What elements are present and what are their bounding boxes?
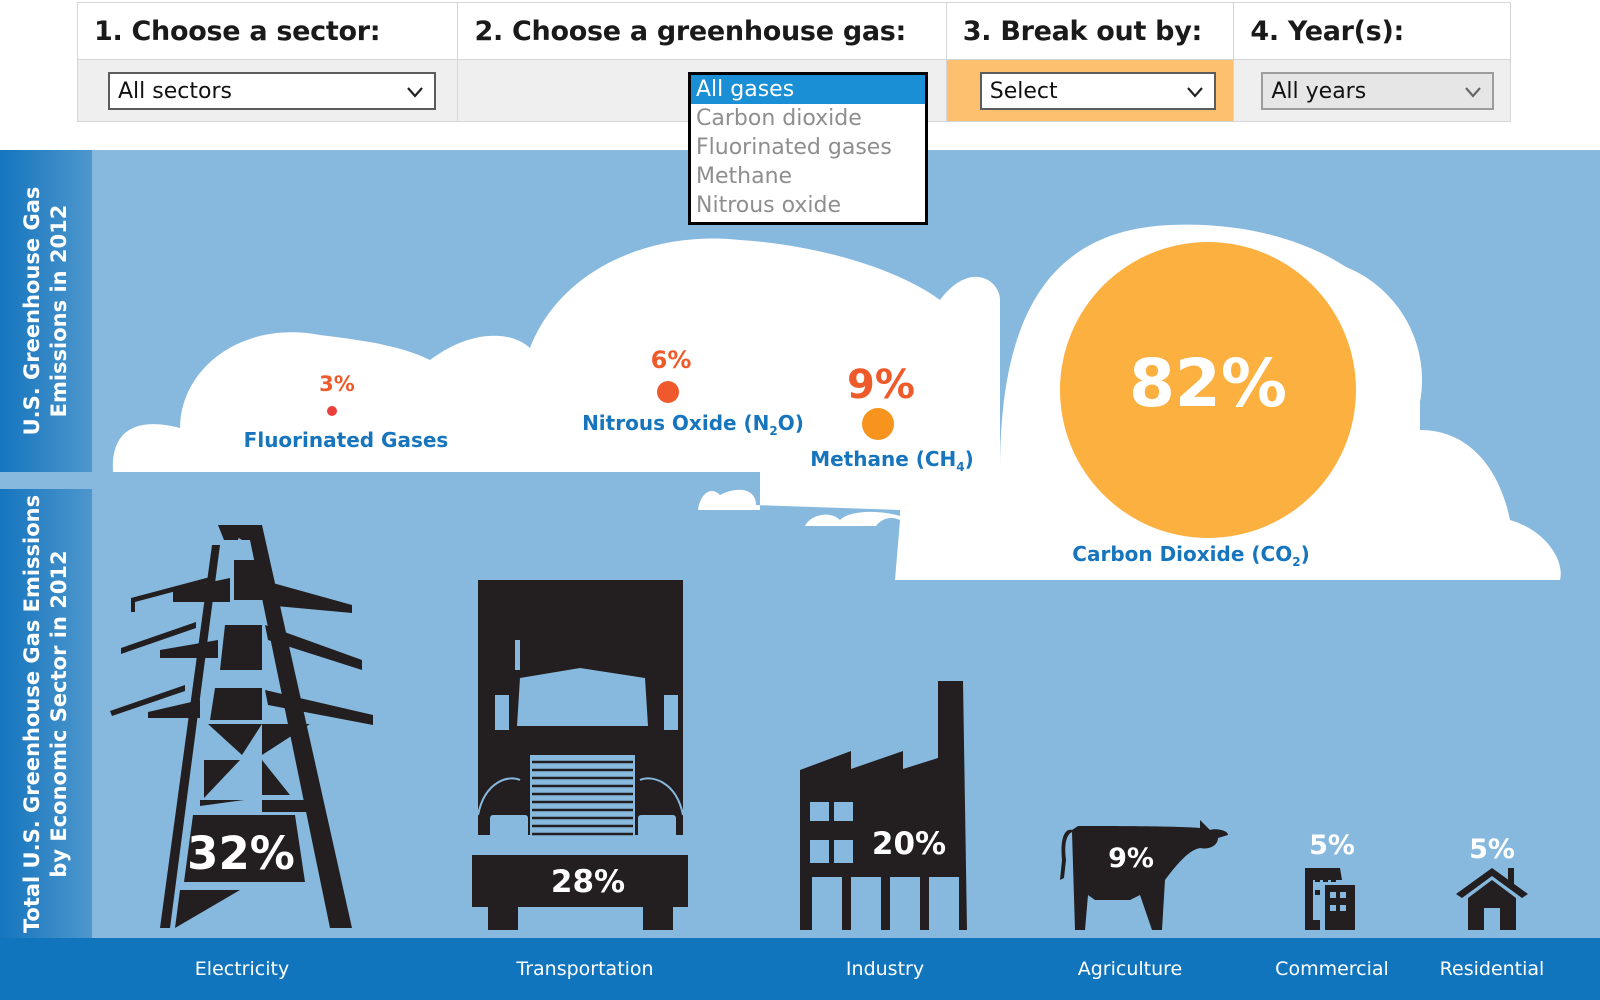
methane-label: Methane (CH4) bbox=[810, 447, 974, 474]
gas-option-fluorinated[interactable]: Fluorinated gases bbox=[691, 133, 925, 162]
fluorinated-gases-label: Fluorinated Gases bbox=[243, 428, 449, 452]
transportation-percent: 28% bbox=[550, 864, 626, 900]
sector-label-commercial[interactable]: Commercial bbox=[1275, 958, 1389, 980]
nitrous-oxide-label: Nitrous Oxide (N2O) bbox=[582, 411, 804, 438]
sector-label-industry[interactable]: Industry bbox=[846, 958, 924, 980]
gas-option-methane[interactable]: Methane bbox=[691, 162, 925, 191]
nitrous-oxide-percent: 6% bbox=[650, 346, 692, 374]
sector-label-transportation[interactable]: Transportation bbox=[516, 958, 653, 980]
sectors-sidebar: Total U.S. Greenhouse Gas Emissions by E… bbox=[0, 489, 92, 938]
bubble-fluorinated-gases bbox=[327, 406, 337, 416]
methane-percent: 9% bbox=[847, 362, 915, 408]
carbon-dioxide-percent: 82% bbox=[1129, 345, 1287, 422]
bubble-nitrous-oxide bbox=[657, 381, 679, 403]
sectors-sidebar-title-line1: Total U.S. Greenhouse Gas Emissions bbox=[20, 494, 44, 933]
commercial-percent: 5% bbox=[1309, 830, 1355, 861]
gases-sidebar-title-line1: U.S. Greenhouse Gas bbox=[20, 186, 44, 436]
sectors-sidebar-title-line2: by Economic Sector in 2012 bbox=[47, 549, 71, 878]
cow-icon bbox=[1060, 820, 1228, 930]
gases-sidebar-title-line2: Emissions in 2012 bbox=[47, 204, 71, 418]
gas-option-all[interactable]: All gases bbox=[691, 75, 925, 104]
gases-sidebar: U.S. Greenhouse Gas Emissions in 2012 bbox=[0, 150, 92, 472]
carbon-dioxide-label: Carbon Dioxide (CO2) bbox=[1072, 542, 1310, 569]
factory-icon bbox=[800, 681, 967, 930]
gas-dropdown-list[interactable]: All gases Carbon dioxide Fluorinated gas… bbox=[688, 72, 928, 225]
gas-option-nitrous-oxide[interactable]: Nitrous oxide bbox=[691, 191, 925, 220]
electricity-percent: 32% bbox=[187, 827, 295, 880]
bubble-methane bbox=[862, 408, 894, 440]
sector-label-electricity[interactable]: Electricity bbox=[195, 958, 289, 980]
gas-option-carbon-dioxide[interactable]: Carbon dioxide bbox=[691, 104, 925, 133]
agriculture-percent: 9% bbox=[1108, 843, 1154, 874]
residential-percent: 5% bbox=[1469, 834, 1515, 865]
commercial-building-icon bbox=[1305, 868, 1355, 930]
sector-label-residential[interactable]: Residential bbox=[1440, 958, 1545, 980]
fluorinated-gases-percent: 3% bbox=[319, 372, 355, 396]
emissions-explorer: 1. Choose a sector: All sectors 2. Choos… bbox=[0, 0, 1600, 1000]
industry-percent: 20% bbox=[871, 826, 947, 862]
house-icon bbox=[1456, 868, 1528, 930]
sector-label-agriculture[interactable]: Agriculture bbox=[1078, 958, 1183, 980]
